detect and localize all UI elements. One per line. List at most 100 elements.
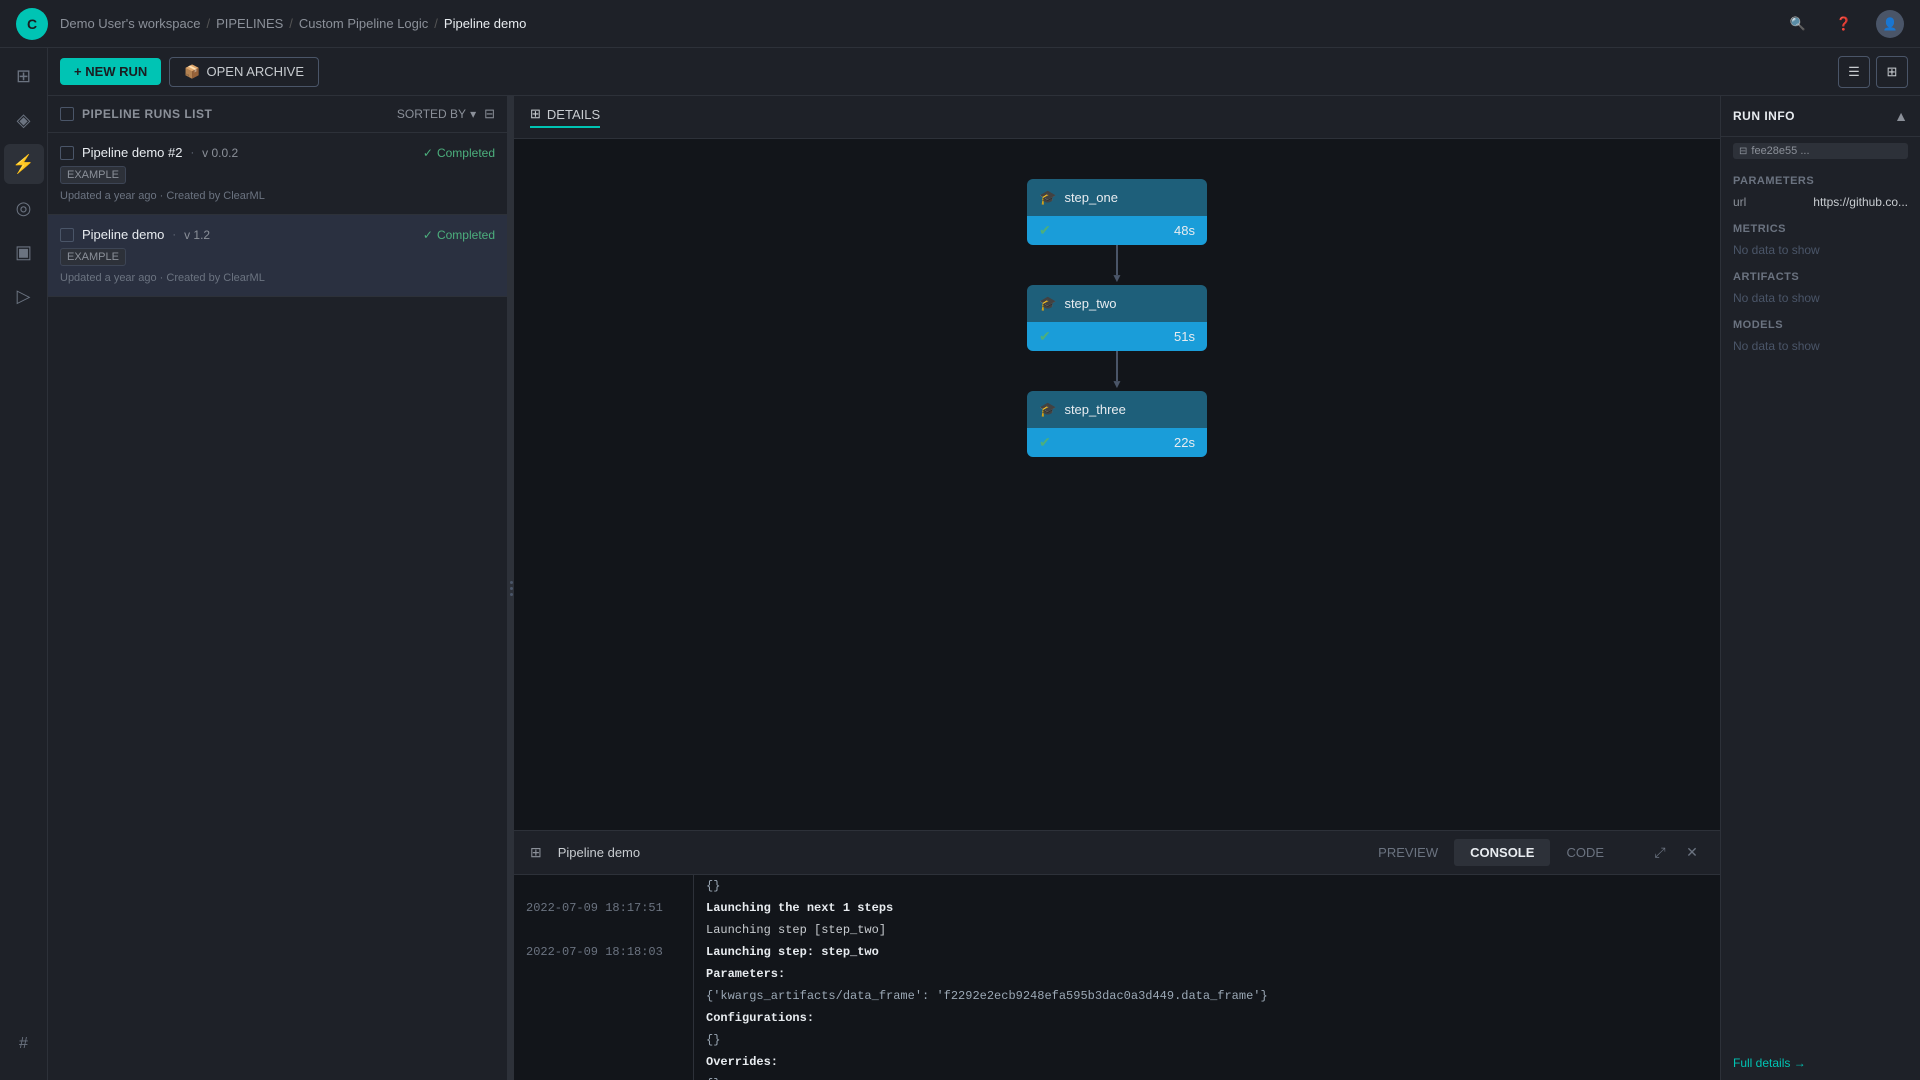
console-timestamp <box>514 963 694 985</box>
toolbar-right: ☰ ⊞ <box>1838 56 1908 88</box>
help-icon[interactable]: ❓ <box>1830 10 1858 38</box>
node-bar: ✔ 48s <box>1027 216 1207 245</box>
run-version: v 1.2 <box>184 228 210 242</box>
console-pipeline-label: Pipeline demo <box>558 845 640 860</box>
metrics-section-label: METRICS <box>1721 213 1920 239</box>
nav-dashboard[interactable]: ⊞ <box>4 56 44 96</box>
console-row: Launching step [step_two] <box>514 919 1720 941</box>
connector-arrow: ▼ <box>1111 271 1123 285</box>
node-title: step_one <box>1064 190 1118 205</box>
run-meta: Updated a year ago · Created by ClearML <box>60 272 495 284</box>
grid-view-button[interactable]: ⊞ <box>1876 56 1908 88</box>
console-message: Launching the next 1 steps <box>694 897 1720 919</box>
console-message: Launching step [step_two] <box>694 919 1720 941</box>
run-checkbox[interactable] <box>60 228 74 242</box>
details-tab-icon: ⊞ <box>530 106 541 122</box>
artifacts-section-label: ARTIFACTS <box>1721 261 1920 287</box>
breadcrumb-sep3: / <box>434 16 438 31</box>
run-item[interactable]: Pipeline demo #2 · v 0.0.2 ✓ Completed E… <box>48 133 507 215</box>
models-empty: No data to show <box>1721 335 1920 357</box>
details-tab: ⊞ DETAILS <box>514 96 1720 139</box>
node-header: 🎓 step_three <box>1027 391 1207 428</box>
run-tags: EXAMPLE <box>60 248 495 266</box>
filter-icon[interactable]: ⊟ <box>484 106 495 122</box>
tab-code[interactable]: CODE <box>1550 839 1620 866</box>
param-key: url <box>1733 195 1746 209</box>
resize-dots <box>510 581 513 596</box>
sort-button[interactable]: SORTED BY ▾ <box>397 107 476 121</box>
breadcrumb-pipelines[interactable]: PIPELINES <box>216 16 283 31</box>
node-check-icon: ✔ <box>1039 222 1051 239</box>
avatar[interactable]: 👤 <box>1876 10 1904 38</box>
full-details-link[interactable]: Full details → <box>1721 1046 1920 1080</box>
console-timestamp: 2022-07-09 18:17:51 <box>514 897 694 919</box>
run-row: Pipeline demo · v 1.2 ✓ Completed <box>60 227 495 242</box>
console-row: {'kwargs_artifacts/data_frame': 'f2292e2… <box>514 985 1720 1007</box>
run-checkbox[interactable] <box>60 146 74 160</box>
node-bar: ✔ 22s <box>1027 428 1207 457</box>
run-info-header: RUN INFO ▲ <box>1721 96 1920 137</box>
check-icon: ✓ <box>423 228 433 242</box>
console-pipeline-icon: ⊞ <box>530 844 542 861</box>
console-timestamp <box>514 919 694 941</box>
console-timestamp <box>514 1029 694 1051</box>
artifacts-empty: No data to show <box>1721 287 1920 309</box>
expand-icon[interactable]: ⤢ <box>1648 841 1672 865</box>
details-tab-label[interactable]: ⊞ DETAILS <box>530 106 600 128</box>
console-timestamp <box>514 1073 694 1080</box>
console-timestamp <box>514 1007 694 1029</box>
parameters-section-label: PARAMETERS <box>1721 165 1920 191</box>
nav-models[interactable]: ◎ <box>4 188 44 228</box>
tab-console[interactable]: CONSOLE <box>1454 839 1550 866</box>
run-version-sep: · <box>172 229 176 241</box>
nav-slack[interactable]: # <box>4 1024 44 1064</box>
run-status: ✓ Completed <box>423 146 495 160</box>
console-message: Launching step: step_two <box>694 941 1720 963</box>
main-content: + NEW RUN 📦 OPEN ARCHIVE ☰ ⊞ PIPELINE RU… <box>48 48 1920 1080</box>
console-message: {} <box>694 875 1720 897</box>
breadcrumb-section[interactable]: Custom Pipeline Logic <box>299 16 428 31</box>
param-value: https://github.co... <box>1813 195 1908 209</box>
sort-label: SORTED BY <box>397 107 466 121</box>
run-row: Pipeline demo #2 · v 0.0.2 ✓ Completed <box>60 145 495 160</box>
top-bar-right: 🔍 ❓ 👤 <box>1784 10 1904 38</box>
step-icon: 🎓 <box>1039 401 1056 418</box>
run-meta: Updated a year ago · Created by ClearML <box>60 190 495 202</box>
node-title: step_three <box>1064 402 1125 417</box>
run-id-badge: ⊟ fee28e55 ... <box>1733 143 1908 159</box>
panel-collapse-icon[interactable]: ▲ <box>1894 108 1908 124</box>
open-archive-button[interactable]: 📦 OPEN ARCHIVE <box>169 57 319 87</box>
sort-chevron-icon: ▾ <box>470 107 476 121</box>
breadcrumb-workspace[interactable]: Demo User's workspace <box>60 16 200 31</box>
nav-orchestration[interactable]: ▷ <box>4 276 44 316</box>
run-info-panel: RUN INFO ▲ ⊟ fee28e55 ... PARAMETERS url… <box>1720 96 1920 1080</box>
run-name: Pipeline demo <box>82 227 164 242</box>
tab-preview[interactable]: PREVIEW <box>1362 839 1454 866</box>
console-row: {} <box>514 875 1720 897</box>
connector: ▼ <box>1111 245 1123 285</box>
node-time: 51s <box>1174 329 1195 344</box>
pipeline-node[interactable]: 🎓 step_two ✔ 51s <box>1027 285 1207 351</box>
nav-datasets[interactable]: ▣ <box>4 232 44 272</box>
list-view-button[interactable]: ☰ <box>1838 56 1870 88</box>
nav-experiments[interactable]: ◈ <box>4 100 44 140</box>
select-all-checkbox[interactable] <box>60 107 74 121</box>
console-message: {'kwargs_artifacts/data_frame': 'f2292e2… <box>694 985 1720 1007</box>
pipeline-node[interactable]: 🎓 step_one ✔ 48s <box>1027 179 1207 245</box>
run-version-sep: · <box>190 147 194 159</box>
run-item[interactable]: Pipeline demo · v 1.2 ✓ Completed EXAMPL… <box>48 215 507 297</box>
models-section-label: MODELS <box>1721 309 1920 335</box>
node-title: step_two <box>1064 296 1116 311</box>
nav-pipelines[interactable]: ⚡ <box>4 144 44 184</box>
archive-icon: 📦 <box>184 64 200 80</box>
console-message: Configurations: <box>694 1007 1720 1029</box>
run-tag: EXAMPLE <box>60 248 126 266</box>
search-icon[interactable]: 🔍 <box>1784 10 1812 38</box>
close-icon[interactable]: ✕ <box>1680 841 1704 865</box>
new-run-button[interactable]: + NEW RUN <box>60 58 161 85</box>
toolbar: + NEW RUN 📦 OPEN ARCHIVE ☰ ⊞ <box>48 48 1920 96</box>
run-status: ✓ Completed <box>423 228 495 242</box>
pipeline-node[interactable]: 🎓 step_three ✔ 22s <box>1027 391 1207 457</box>
node-time: 22s <box>1174 435 1195 450</box>
run-name: Pipeline demo #2 <box>82 145 182 160</box>
